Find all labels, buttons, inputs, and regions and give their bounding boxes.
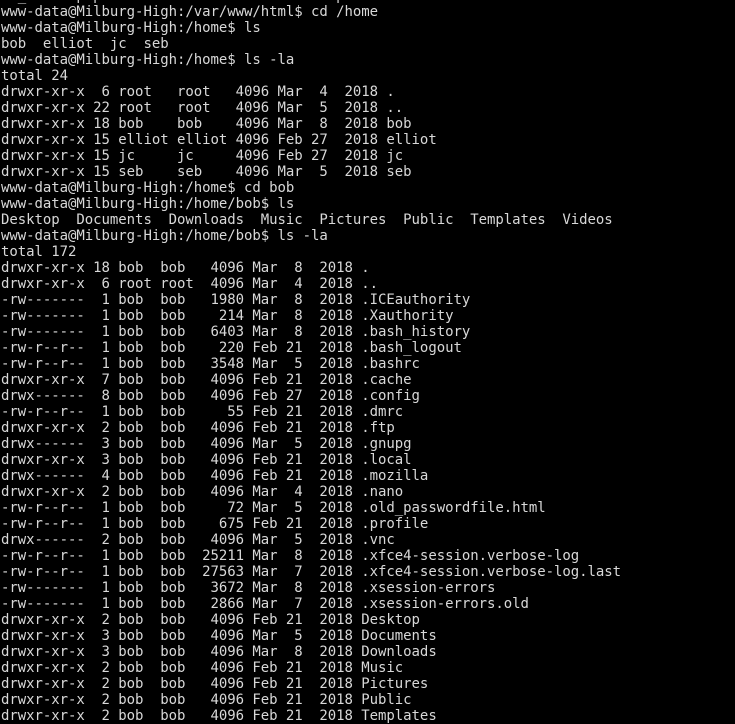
output-line: drwxr-xr-x 3 bob bob 4096 Feb 21 2018 .l… (1, 452, 412, 468)
prompt-line: www-data@Milburg-High:/home$ ls -la (1, 52, 295, 68)
output-line: drwxr-xr-x 2 bob bob 4096 Mar 4 2018 .na… (1, 484, 404, 500)
prompt-line: www-data@Milburg-High:/home$ cd bob (1, 180, 295, 196)
output-line: -rw-r--r-- 1 bob bob 3548 Mar 5 2018 .ba… (1, 356, 420, 372)
output-line: drwxr-xr-x 2 bob bob 4096 Feb 21 2018 Mu… (1, 660, 404, 676)
output-line: -rw-r--r-- 1 bob bob 25211 Mar 8 2018 .x… (1, 548, 580, 564)
output-line: drwxr-xr-x 7 bob bob 4096 Feb 21 2018 .c… (1, 372, 412, 388)
prompt-line: www-data@Milburg-High:/home$ ls (1, 20, 261, 36)
terminal-window[interactable]: rd_admin.php index.html.bak password.htm… (0, 0, 735, 724)
output-line: drwxr-xr-x 6 root root 4096 Mar 4 2018 . (1, 84, 395, 100)
output-line: drwxr-xr-x 18 bob bob 4096 Mar 8 2018 bo… (1, 116, 412, 132)
output-line: drwxr-xr-x 2 bob bob 4096 Feb 21 2018 De… (1, 612, 420, 628)
output-line: -rw------- 1 bob bob 2866 Mar 7 2018 .xs… (1, 596, 529, 612)
output-line: drwxr-xr-x 6 root root 4096 Mar 4 2018 .… (1, 276, 379, 292)
prompt-line: www-data@Milburg-High:/var/www/html$ cd … (1, 4, 379, 20)
terminal-output[interactable]: rd_admin.php index.html.bak password.htm… (0, 0, 735, 724)
output-line: drwxr-xr-x 3 bob bob 4096 Mar 5 2018 Doc… (1, 628, 437, 644)
output-line: total 24 (1, 68, 69, 84)
output-line: drwx------ 2 bob bob 4096 Mar 5 2018 .vn… (1, 532, 395, 548)
output-line: drwxr-xr-x 2 bob bob 4096 Feb 21 2018 Pu… (1, 692, 412, 708)
output-line: -rw------- 1 bob bob 3672 Mar 8 2018 .xs… (1, 580, 496, 596)
output-line: drwxr-xr-x 15 seb seb 4096 Mar 5 2018 se… (1, 164, 412, 180)
output-line: bob elliot jc seb (1, 36, 169, 52)
output-line: -rw------- 1 bob bob 214 Mar 8 2018 .Xau… (1, 308, 454, 324)
output-line: -rw-r--r-- 1 bob bob 72 Mar 5 2018 .old_… (1, 500, 546, 516)
output-line: drwxr-xr-x 15 jc jc 4096 Feb 27 2018 jc (1, 148, 404, 164)
prompt-line: www-data@Milburg-High:/home/bob$ ls -la (1, 228, 328, 244)
prompt-line: www-data@Milburg-High:/home/bob$ ls (1, 196, 295, 212)
output-line: drwxr-xr-x 15 elliot elliot 4096 Feb 27 … (1, 132, 437, 148)
output-line: drwxr-xr-x 2 bob bob 4096 Feb 21 2018 Pi… (1, 676, 429, 692)
output-line: total 172 (1, 244, 77, 260)
output-line: -rw-r--r-- 1 bob bob 220 Feb 21 2018 .ba… (1, 340, 462, 356)
output-line: drwxr-xr-x 18 bob bob 4096 Mar 8 2018 . (1, 260, 370, 276)
output-line: -rw------- 1 bob bob 6403 Mar 8 2018 .ba… (1, 324, 471, 340)
output-line: -rw------- 1 bob bob 1980 Mar 8 2018 .IC… (1, 292, 471, 308)
output-line: drwxr-xr-x 2 bob bob 4096 Feb 21 2018 Te… (1, 708, 437, 724)
output-line: -rw-r--r-- 1 bob bob 27563 Mar 7 2018 .x… (1, 564, 622, 580)
output-line: -rw-r--r-- 1 bob bob 55 Feb 21 2018 .dmr… (1, 404, 404, 420)
output-line: Desktop Documents Downloads Music Pictur… (1, 212, 613, 228)
output-line: drwx------ 8 bob bob 4096 Feb 27 2018 .c… (1, 388, 420, 404)
output-line: drwxr-xr-x 22 root root 4096 Mar 5 2018 … (1, 100, 404, 116)
output-line: drwxr-xr-x 3 bob bob 4096 Mar 8 2018 Dow… (1, 644, 437, 660)
output-line: drwxr-xr-x 2 bob bob 4096 Feb 21 2018 .f… (1, 420, 395, 436)
output-line: drwx------ 3 bob bob 4096 Mar 5 2018 .gn… (1, 436, 412, 452)
output-line: -rw-r--r-- 1 bob bob 675 Feb 21 2018 .pr… (1, 516, 429, 532)
output-line: drwx------ 4 bob bob 4096 Feb 21 2018 .m… (1, 468, 429, 484)
